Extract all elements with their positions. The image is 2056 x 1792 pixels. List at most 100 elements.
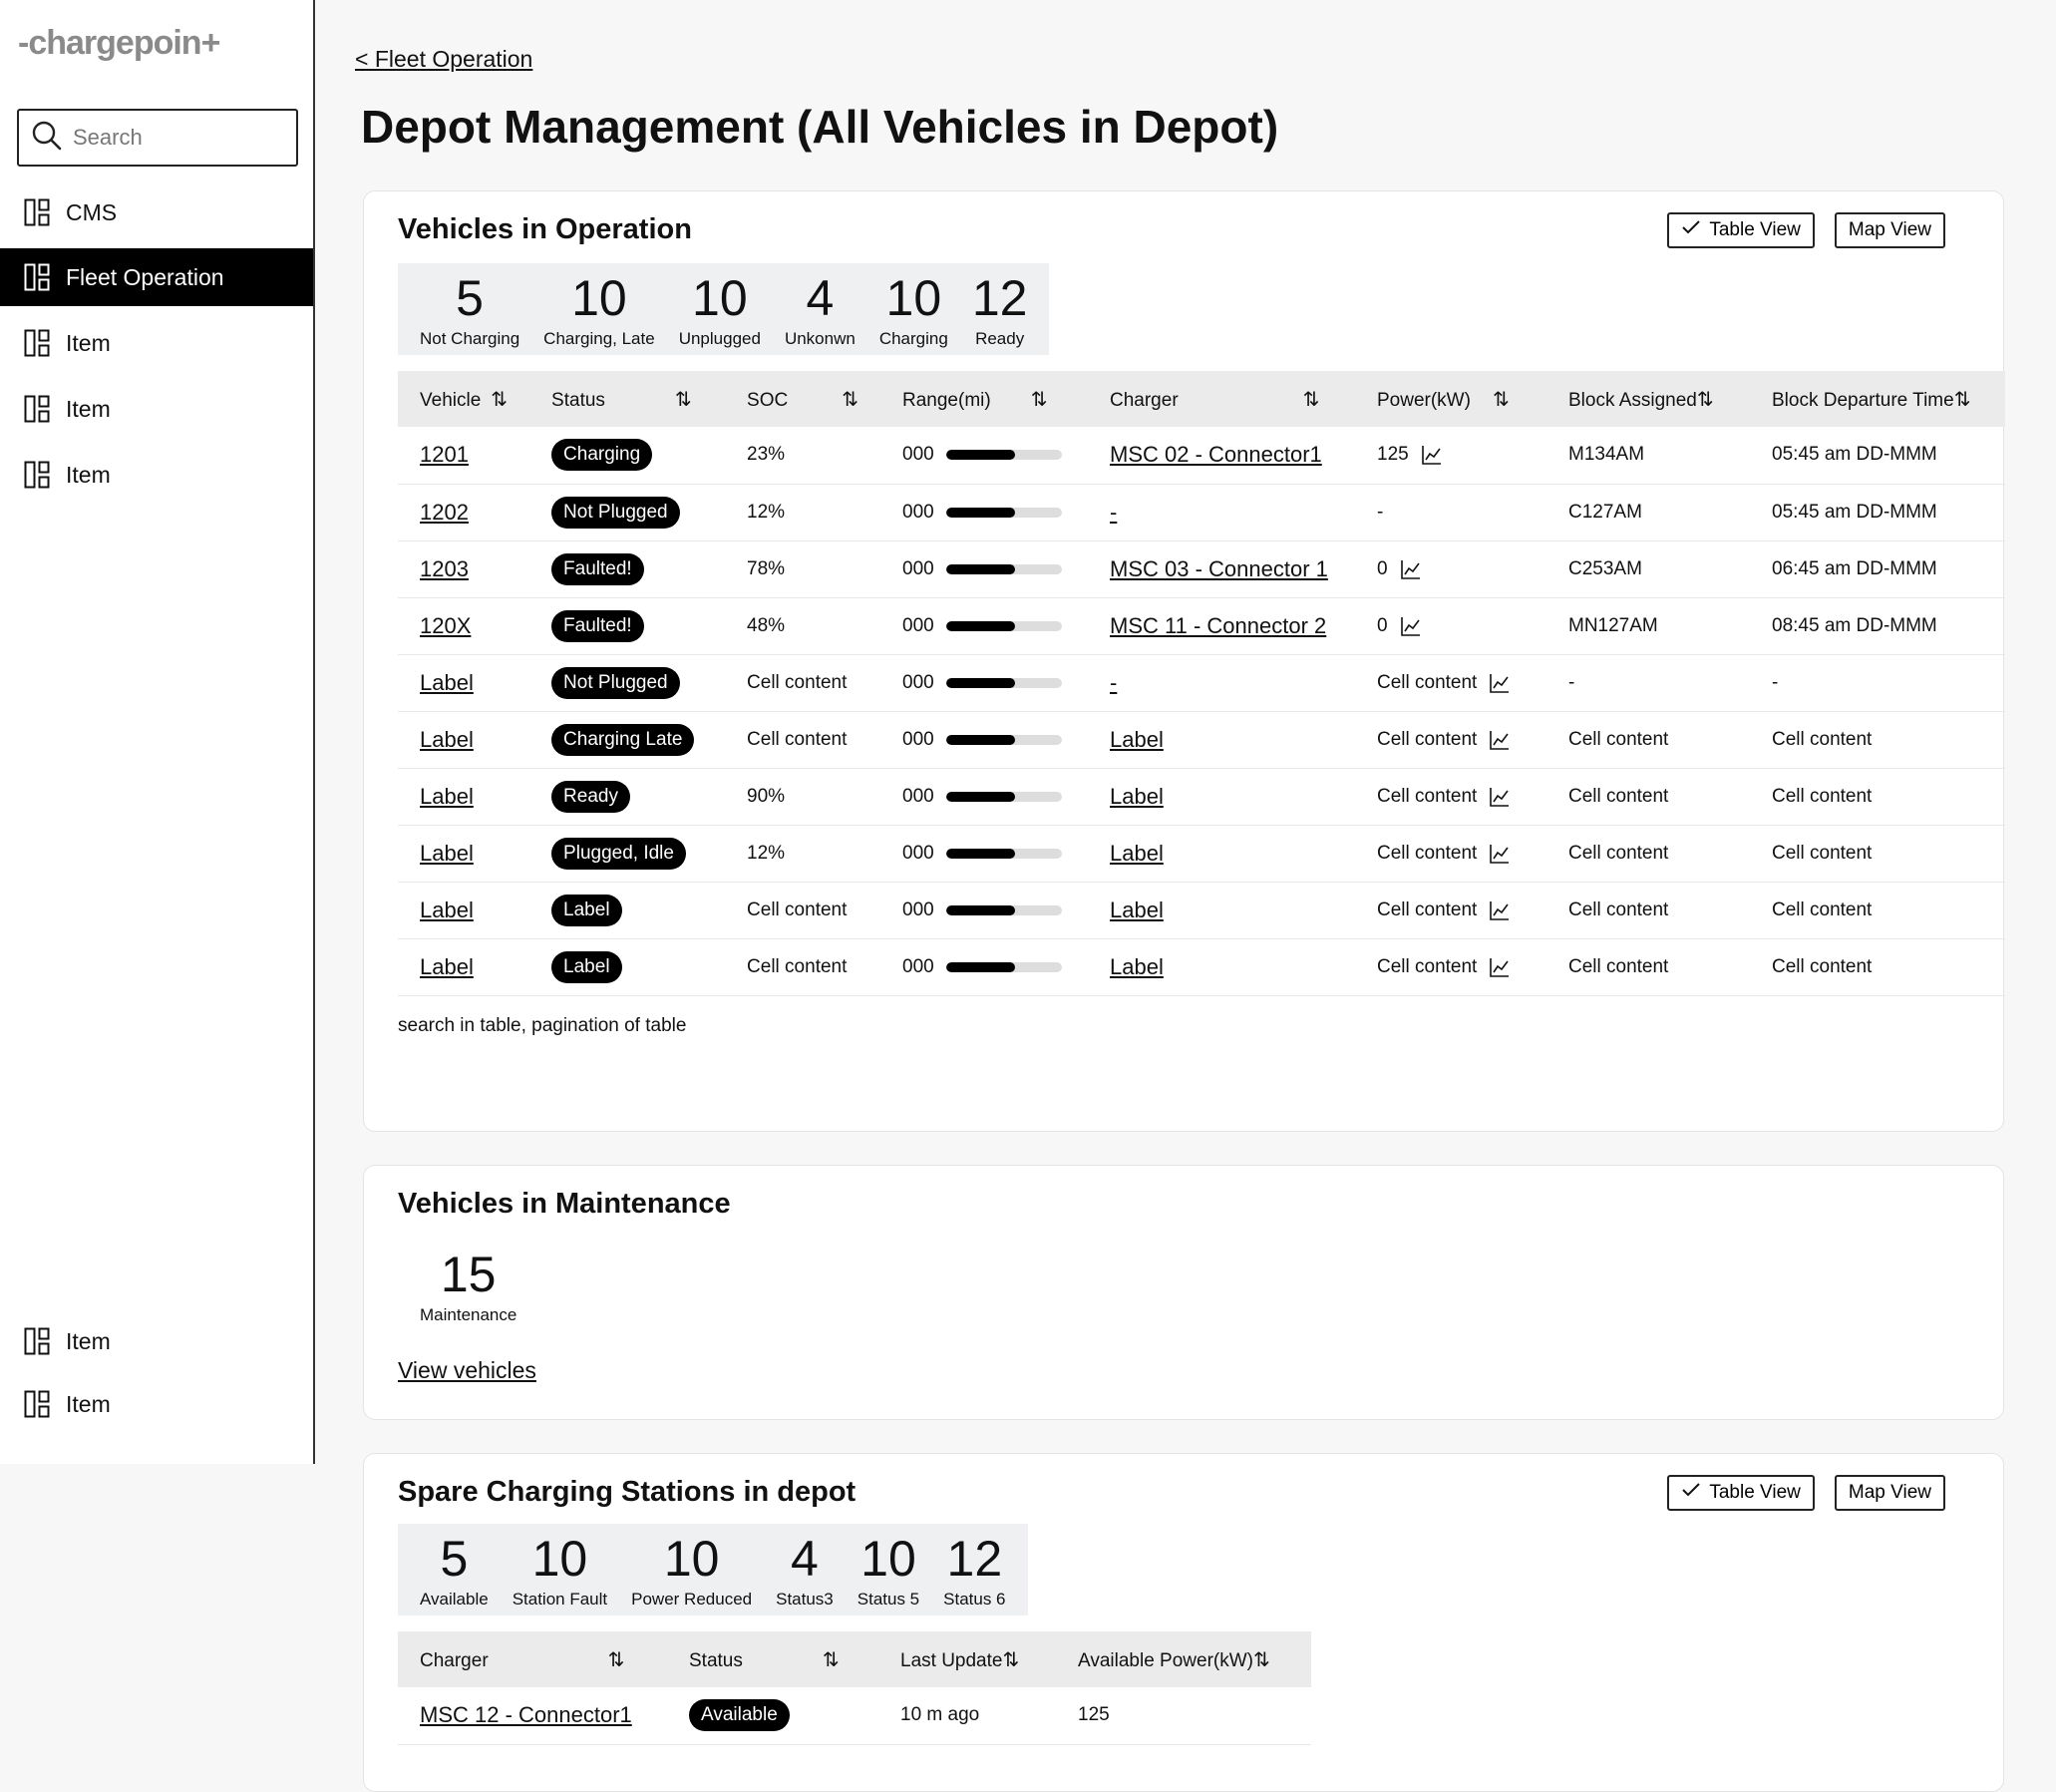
stat[interactable]: 12 Status 6 bbox=[931, 1532, 1017, 1610]
column-header[interactable]: Power(kW) ⇅ bbox=[1355, 371, 1546, 427]
sidebar-item-fleet-operation[interactable]: Fleet Operation bbox=[0, 248, 313, 306]
vehicle-link[interactable]: Label bbox=[420, 841, 474, 866]
sort-icon[interactable]: ⇅ bbox=[1493, 389, 1510, 411]
map-view-button[interactable]: Map View bbox=[1834, 1475, 1945, 1511]
sort-icon[interactable]: ⇅ bbox=[842, 389, 858, 411]
sort-icon[interactable]: ⇅ bbox=[1954, 389, 1971, 411]
chart-icon[interactable] bbox=[1400, 558, 1422, 580]
column-header[interactable]: SOC ⇅ bbox=[725, 371, 880, 427]
table-view-button[interactable]: Table View bbox=[1667, 1475, 1815, 1511]
search-input[interactable] bbox=[73, 125, 272, 151]
table-row[interactable]: 1202 Not Plugged 12% 000 - - C127AM 05:45 am DD… bbox=[398, 484, 2005, 541]
vehicle-link[interactable]: 1203 bbox=[420, 556, 469, 581]
chart-icon[interactable] bbox=[1489, 729, 1511, 751]
sort-icon[interactable]: ⇅ bbox=[1697, 389, 1714, 411]
sort-icon[interactable]: ⇅ bbox=[491, 389, 508, 411]
stat[interactable]: 10 Status 5 bbox=[846, 1532, 931, 1610]
stat[interactable]: 5 Available bbox=[408, 1532, 501, 1610]
sidebar-item[interactable]: Item bbox=[0, 314, 313, 372]
chart-icon[interactable] bbox=[1489, 899, 1511, 921]
chart-icon[interactable] bbox=[1489, 843, 1511, 865]
column-header[interactable]: Status ⇅ bbox=[529, 371, 726, 427]
charger-link[interactable]: Label bbox=[1110, 954, 1164, 979]
charger-link[interactable]: Label bbox=[1110, 784, 1164, 809]
vehicle-link[interactable]: 120X bbox=[420, 613, 471, 638]
sort-icon[interactable]: ⇅ bbox=[1253, 1649, 1270, 1671]
table-view-button[interactable]: Table View bbox=[1667, 212, 1815, 248]
charger-link[interactable]: Label bbox=[1110, 727, 1164, 752]
charger-link[interactable]: Label bbox=[1110, 841, 1164, 866]
stat[interactable]: 10 Unplugged bbox=[667, 271, 773, 349]
vehicle-link[interactable]: Label bbox=[420, 670, 474, 695]
sort-icon[interactable]: ⇅ bbox=[1031, 389, 1048, 411]
stat[interactable]: 15 Maintenance bbox=[408, 1248, 528, 1325]
map-view-button[interactable]: Map View bbox=[1834, 212, 1945, 248]
charger-link[interactable]: - bbox=[1110, 670, 1117, 695]
vehicle-link[interactable]: Label bbox=[420, 954, 474, 979]
column-header[interactable]: Vehicle ⇅ bbox=[398, 371, 530, 427]
column-header[interactable]: Range(mi) ⇅ bbox=[880, 371, 1088, 427]
stat[interactable]: 10 Charging bbox=[867, 271, 960, 349]
chart-icon[interactable] bbox=[1421, 444, 1443, 466]
sort-icon[interactable]: ⇅ bbox=[608, 1649, 625, 1671]
view-vehicles-link[interactable]: View vehicles bbox=[398, 1357, 536, 1384]
chart-icon[interactable] bbox=[1489, 956, 1511, 978]
last-update-cell: 10 m ago bbox=[878, 1687, 1056, 1745]
sidebar-item[interactable]: Item bbox=[0, 380, 313, 438]
table-row[interactable]: Label Ready 90% 000 Label Cell content Cell co… bbox=[398, 768, 2005, 826]
vehicle-link[interactable]: 1201 bbox=[420, 442, 469, 467]
vehicle-link[interactable]: 1202 bbox=[420, 500, 469, 525]
breadcrumb[interactable]: < Fleet Operation bbox=[355, 46, 532, 73]
charger-link[interactable]: MSC 11 - Connector 2 bbox=[1110, 613, 1326, 638]
vehicle-link[interactable]: Label bbox=[420, 727, 474, 752]
charger-link[interactable]: MSC 12 - Connector1 bbox=[420, 1702, 632, 1727]
sort-icon[interactable]: ⇅ bbox=[1002, 1649, 1019, 1671]
table-row[interactable]: Label Label Cell content 000 Label Cell conte… bbox=[398, 938, 2005, 996]
stat[interactable]: 10 Station Fault bbox=[501, 1532, 619, 1610]
column-header[interactable]: Last Update⇅ bbox=[878, 1631, 1056, 1687]
table-row[interactable]: Label Charging Late Cell content 000 Label Ce… bbox=[398, 711, 2005, 769]
charger-link[interactable]: MSC 03 - Connector 1 bbox=[1110, 556, 1328, 581]
table-row[interactable]: 120X Faulted! 48% 000 MSC 11 - Connector 2 0 M… bbox=[398, 597, 2005, 655]
sidebar-item[interactable]: Item bbox=[0, 1375, 313, 1433]
chart-icon[interactable] bbox=[1400, 615, 1422, 637]
column-header[interactable]: Charger ⇅ bbox=[1088, 371, 1355, 427]
dashboard-icon bbox=[24, 263, 50, 291]
chart-icon[interactable] bbox=[1489, 672, 1511, 694]
power-value: Cell content bbox=[1377, 728, 1478, 750]
chart-icon[interactable] bbox=[1489, 786, 1511, 808]
stat[interactable]: 12 Ready bbox=[960, 271, 1040, 349]
vehicle-link[interactable]: Label bbox=[420, 784, 474, 809]
stat[interactable]: 4 Unkonwn bbox=[773, 271, 867, 349]
column-header[interactable]: Block Departure Time⇅ bbox=[1750, 371, 2005, 427]
table-row[interactable]: Label Plugged, Idle 12% 000 Label Cell conten… bbox=[398, 825, 2005, 883]
charger-link[interactable]: Label bbox=[1110, 897, 1164, 922]
column-header[interactable]: Block Assigned⇅ bbox=[1546, 371, 1750, 427]
stat[interactable]: 10 Charging, Late bbox=[531, 271, 667, 349]
column-header[interactable]: Status ⇅ bbox=[667, 1631, 878, 1687]
stat[interactable]: 10 Power Reduced bbox=[619, 1532, 764, 1610]
charger-link[interactable]: MSC 02 - Connector1 bbox=[1110, 442, 1322, 467]
table-row[interactable]: Label Label Cell content 000 Label Cell conte… bbox=[398, 882, 2005, 939]
sidebar-item[interactable]: Item bbox=[0, 446, 313, 504]
sort-icon[interactable]: ⇅ bbox=[1303, 389, 1320, 411]
table-row[interactable]: MSC 12 - Connector1 Available 10 m ago 125 bbox=[398, 1687, 1311, 1745]
table-row[interactable]: Label Not Plugged Cell content 000 - Cell con… bbox=[398, 654, 2005, 712]
stat-count: 10 bbox=[860, 1531, 916, 1587]
stat-count: 4 bbox=[791, 1531, 819, 1587]
sidebar-item[interactable]: Item bbox=[0, 1312, 313, 1370]
charger-link[interactable]: - bbox=[1110, 500, 1117, 525]
search-box[interactable] bbox=[17, 109, 298, 167]
sort-icon[interactable]: ⇅ bbox=[823, 1649, 840, 1671]
column-header[interactable]: Charger ⇅ bbox=[398, 1631, 667, 1687]
sidebar-item-cms[interactable]: CMS bbox=[0, 183, 313, 241]
departure-cell: 05:45 am DD-MMM bbox=[1750, 427, 2005, 485]
stat[interactable]: 5 Not Charging bbox=[408, 271, 531, 349]
column-header[interactable]: Available Power(kW)⇅ bbox=[1056, 1631, 1311, 1687]
sort-icon[interactable]: ⇅ bbox=[675, 389, 692, 411]
vehicle-link[interactable]: Label bbox=[420, 897, 474, 922]
power-value: 0 bbox=[1377, 557, 1388, 579]
table-row[interactable]: 1201 Charging 23% 000 MSC 02 - Connector1 125… bbox=[398, 427, 2005, 485]
stat[interactable]: 4 Status3 bbox=[764, 1532, 846, 1610]
table-row[interactable]: 1203 Faulted! 78% 000 MSC 03 - Connector 1 0 C… bbox=[398, 540, 2005, 598]
